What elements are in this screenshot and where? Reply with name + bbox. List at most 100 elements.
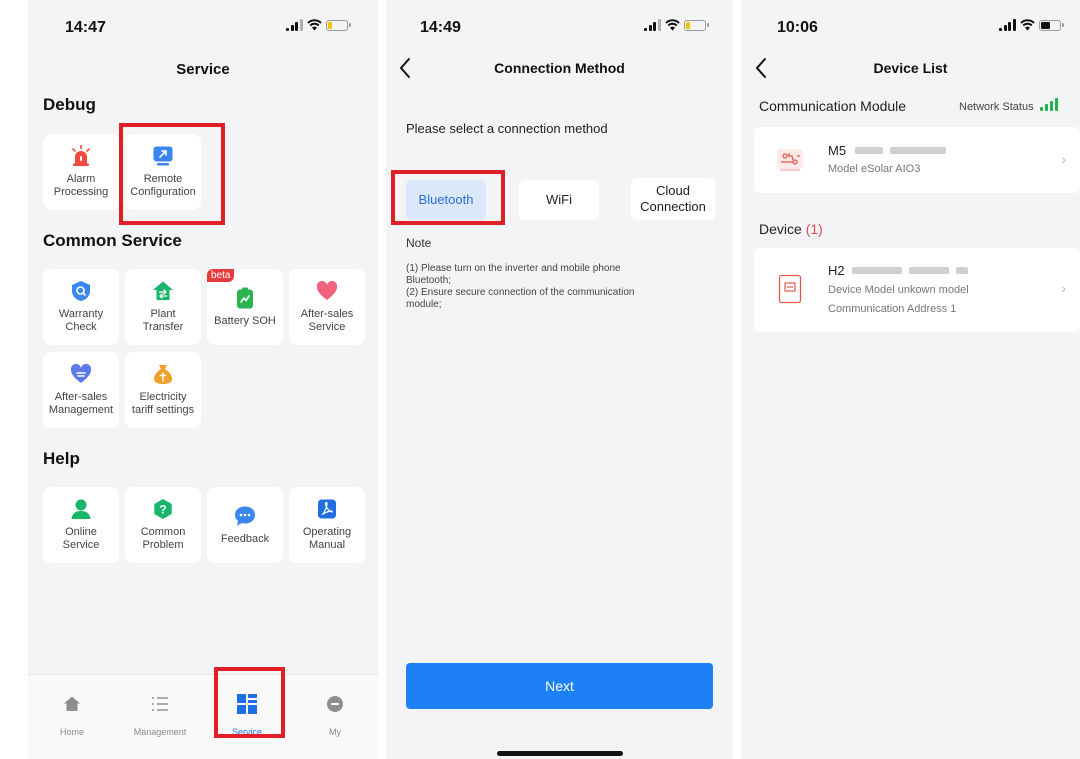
highlight-bluetooth-option bbox=[391, 170, 505, 225]
list-icon bbox=[125, 693, 195, 715]
module-name-prefix: M5 bbox=[828, 143, 847, 158]
tile-label: After-sales Service bbox=[300, 308, 354, 333]
redacted-text bbox=[855, 147, 884, 154]
device-model-value: unkown model bbox=[897, 284, 969, 296]
chat-bubble-icon bbox=[234, 505, 256, 527]
device-model-label: Device Model bbox=[828, 284, 895, 296]
cellular-signal-icon bbox=[999, 19, 1016, 31]
wifi-icon bbox=[306, 19, 322, 31]
connection-method-screen: 14:49 Connection Method Please select a … bbox=[386, 0, 733, 759]
tile-after-sales-management[interactable]: After-sales Management bbox=[43, 352, 119, 428]
section-title-common-service: Common Service bbox=[43, 231, 182, 250]
tile-label: Online Service bbox=[62, 526, 100, 551]
tile-label: Common Problem bbox=[140, 526, 186, 551]
tile-label: After-sales Management bbox=[48, 391, 114, 416]
network-status-label: Network Status bbox=[959, 101, 1034, 113]
tile-label: Battery SOH bbox=[214, 314, 276, 327]
connection-prompt: Please select a connection method bbox=[406, 121, 608, 136]
status-bar: 14:49 bbox=[386, 0, 733, 60]
network-signal-icon bbox=[1039, 98, 1058, 111]
redacted-text bbox=[890, 147, 947, 154]
tile-after-sales-service[interactable]: After-sales Service bbox=[289, 269, 365, 345]
home-indicator bbox=[497, 751, 623, 756]
tile-battery-soh[interactable]: beta Battery SOH bbox=[207, 269, 283, 345]
wifi-icon bbox=[1019, 19, 1035, 31]
note-title: Note bbox=[406, 236, 432, 250]
alarm-siren-icon bbox=[70, 145, 92, 167]
cellular-signal-icon bbox=[644, 19, 661, 31]
status-time: 14:49 bbox=[420, 19, 461, 36]
option-cloud-connection[interactable]: Cloud Connection bbox=[631, 178, 715, 220]
wifi-icon bbox=[664, 19, 680, 31]
tab-label: Home bbox=[59, 727, 84, 737]
person-support-icon bbox=[70, 498, 92, 520]
module-chip-icon bbox=[776, 146, 804, 174]
highlight-service-tab bbox=[214, 667, 285, 738]
network-status: Network Status bbox=[959, 98, 1058, 113]
device-address-value: 1 bbox=[950, 303, 957, 315]
tile-label: Plant Transfer bbox=[142, 308, 184, 333]
redacted-text bbox=[851, 267, 902, 274]
device-name-prefix: H2 bbox=[828, 263, 845, 278]
status-bar: 10:06 bbox=[741, 0, 1080, 60]
tile-label: Warranty Check bbox=[58, 308, 104, 333]
module-model: Model eSolar AIO3 bbox=[828, 163, 920, 175]
device-model: Device Model unkown model bbox=[828, 284, 969, 296]
redacted-text bbox=[908, 267, 949, 274]
status-time: 10:06 bbox=[777, 19, 818, 36]
battery-icon bbox=[1038, 19, 1064, 31]
chevron-right-icon: › bbox=[1061, 280, 1066, 296]
device-header: Device (1) bbox=[759, 221, 823, 237]
tile-electricity-tariff[interactable]: Electricity tariff settings bbox=[125, 352, 201, 428]
battery-chart-icon bbox=[234, 287, 256, 309]
module-name: M5 bbox=[828, 143, 947, 158]
tab-my[interactable]: My bbox=[300, 693, 370, 737]
status-time: 14:47 bbox=[65, 19, 106, 36]
tile-alarm-processing[interactable]: Alarm Processing bbox=[43, 134, 119, 210]
chevron-right-icon: › bbox=[1061, 151, 1066, 167]
tile-plant-transfer[interactable]: Plant Transfer bbox=[125, 269, 201, 345]
heart-icon bbox=[316, 280, 338, 302]
battery-icon bbox=[683, 19, 709, 31]
shield-icon bbox=[70, 280, 92, 302]
device-address-label: Communication Address bbox=[828, 303, 948, 315]
device-address: Communication Address 1 bbox=[828, 303, 956, 315]
question-icon: ? bbox=[152, 498, 174, 520]
next-button[interactable]: Next bbox=[406, 663, 713, 709]
cellular-signal-icon bbox=[286, 19, 303, 31]
beta-badge: beta bbox=[207, 269, 235, 282]
device-list-screen: 10:06 Device List Communication Module N… bbox=[741, 0, 1080, 759]
back-chevron-icon[interactable] bbox=[398, 57, 412, 79]
device-count: (1) bbox=[805, 221, 823, 237]
tile-feedback[interactable]: Feedback bbox=[207, 487, 283, 563]
svg-text:?: ? bbox=[159, 503, 166, 517]
section-title-debug: Debug bbox=[43, 95, 96, 114]
pdf-manual-icon bbox=[316, 498, 338, 520]
tile-label: Operating Manual bbox=[302, 526, 352, 551]
tile-operating-manual[interactable]: Operating Manual bbox=[289, 487, 365, 563]
profile-icon bbox=[300, 693, 370, 715]
module-model-label: Model bbox=[828, 163, 858, 175]
status-bar: 14:47 bbox=[28, 0, 378, 60]
home-transfer-icon bbox=[152, 280, 174, 302]
back-chevron-icon[interactable] bbox=[754, 57, 768, 79]
tile-warranty-check[interactable]: Warranty Check bbox=[43, 269, 119, 345]
device-card[interactable]: H2 Device Model unkown model Communicati… bbox=[754, 248, 1080, 332]
tile-online-service[interactable]: Online Service bbox=[43, 487, 119, 563]
redacted-text bbox=[955, 267, 968, 274]
tile-label: Alarm Processing bbox=[53, 173, 109, 198]
highlight-remote-configuration bbox=[119, 123, 225, 225]
device-name: H2 bbox=[828, 263, 968, 278]
tab-label: My bbox=[329, 727, 341, 737]
tab-home[interactable]: Home bbox=[37, 693, 107, 737]
communication-module-card[interactable]: M5 Model eSolar AIO3 › bbox=[754, 127, 1080, 193]
tab-management[interactable]: Management bbox=[125, 693, 195, 737]
page-title: Service bbox=[176, 61, 230, 78]
money-bag-icon bbox=[152, 363, 174, 385]
service-screen: 14:47 Service Debug Alarm Processing Rem… bbox=[28, 0, 378, 759]
module-model-value: eSolar AIO3 bbox=[861, 163, 921, 175]
option-wifi[interactable]: WiFi bbox=[519, 180, 599, 220]
page-title: Device List bbox=[873, 60, 948, 76]
tile-common-problem[interactable]: ? Common Problem bbox=[125, 487, 201, 563]
communication-module-header: Communication Module bbox=[759, 98, 907, 114]
